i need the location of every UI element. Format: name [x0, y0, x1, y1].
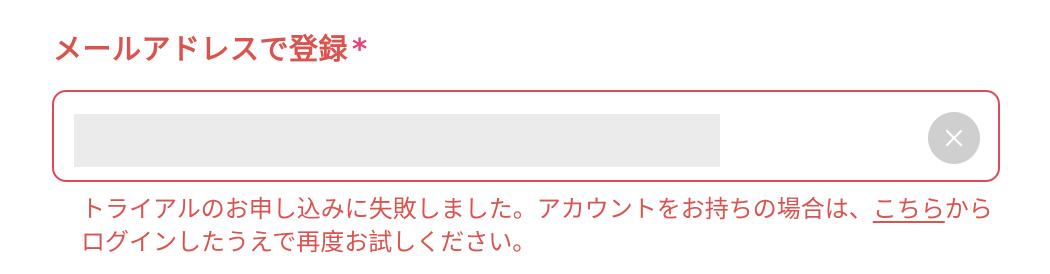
- email-field-label: メールアドレスで登録 *: [53, 26, 368, 68]
- login-link[interactable]: こちら: [873, 195, 945, 223]
- email-input[interactable]: [74, 114, 720, 167]
- error-message: トライアルのお申し込みに失敗しました。アカウントをお持ちの場合は、こちらからログ…: [81, 193, 1011, 259]
- email-field-label-text: メールアドレスで登録: [53, 32, 349, 66]
- error-text-before-link: トライアルのお申し込みに失敗しました。アカウントをお持ちの場合は、: [81, 195, 873, 223]
- required-mark: *: [352, 32, 368, 66]
- clear-input-button[interactable]: [928, 112, 980, 164]
- close-icon: [945, 129, 963, 147]
- email-input-container[interactable]: [52, 90, 1000, 182]
